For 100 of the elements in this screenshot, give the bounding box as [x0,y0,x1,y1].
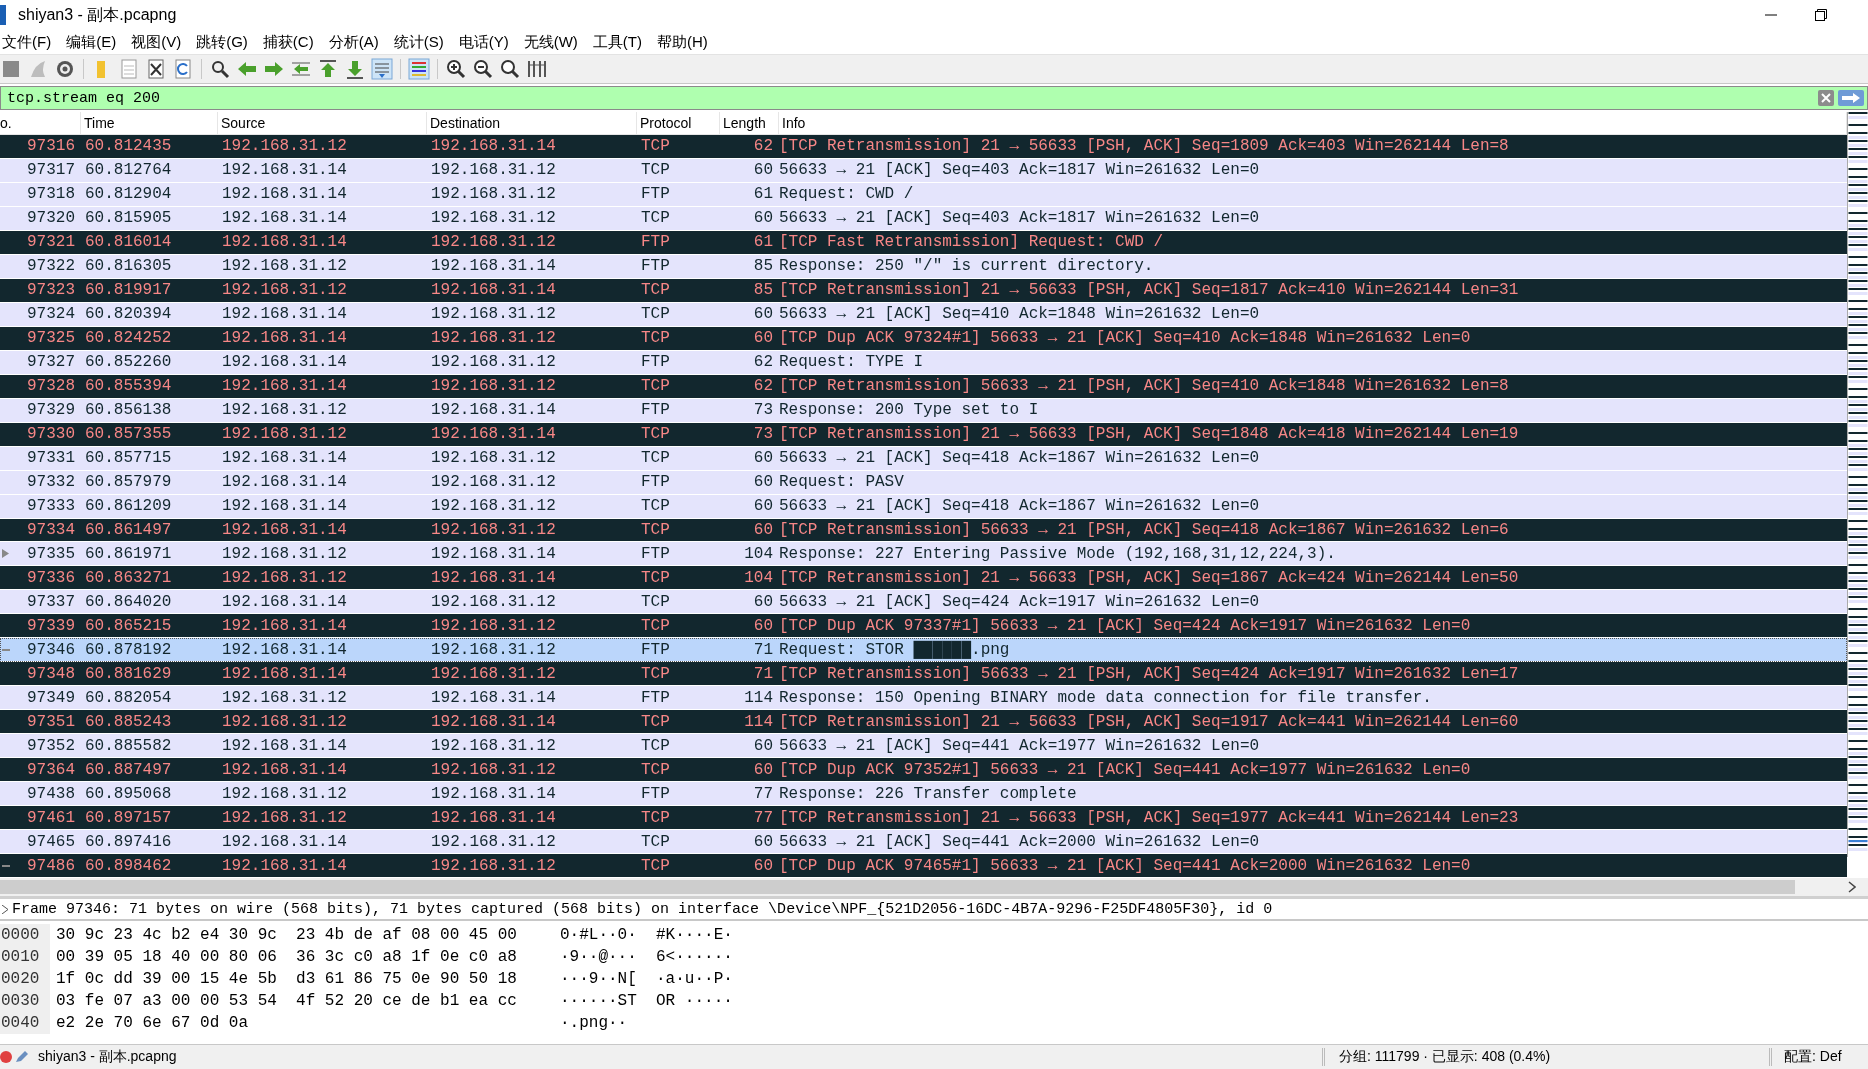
hex-bytes[interactable]: 03 fe 07 a3 00 00 53 54 4f 52 20 ce de b1 ea cc [50,992,560,1010]
ascii-bytes[interactable]: 0·#L··0· #K····E· [560,926,1868,944]
table-cell-text: 56633 → 21 [ACK] Seq=441 Ack=2000 Win=261632 Len=0 [779,832,1261,851]
column-header[interactable]: o. [0,112,81,134]
ascii-bytes[interactable]: ·9··@··· 6<······ [560,948,1868,966]
packet-row[interactable]: 97321 60.816014 192.168.31.14 192.168.31.12 FTP 61 [TCP Fast Retransmission] Request: CWD / [0,230,1847,255]
table-cell-text: 192.168.31.12 [221,425,348,444]
menu-item[interactable]: 视图(V) [125,32,191,52]
menu-item[interactable]: 帮助(H) [650,32,717,52]
packet-row[interactable]: 97331 60.857715 192.168.31.14 192.168.31.12 TCP 60 56633 → 21 [ACK] Seq=418 Ack=1867 Win=261632 Len=0 [0,446,1847,471]
table-cell-text: 97331 [26,449,76,468]
packet-map-scrollbar[interactable] [1847,112,1868,857]
table-cell-text: 60.861209 [84,497,173,515]
packet-row[interactable]: 97348 60.881629 192.168.31.14 192.168.31.12 TCP 71 [TCP Retransmission] 56633 → 21 [PSH, ACK] Seq=424 Ack=1917 Win=261632 Len=17 [0,662,1847,687]
packet-row[interactable]: 97330 60.857355 192.168.31.12 192.168.31.14 TCP 73 [TCP Retransmission] 21 → 56633 [PSH, ACK] Seq=1848 Ack=418 Win=262144 Len=19 [0,422,1847,447]
packet-row[interactable]: 97316 60.812435 192.168.31.12 192.168.31.14 TCP 62 [TCP Retransmission] 21 → 56633 [PSH, ACK] Seq=1809 Ack=403 Win=262144 Len=8 [0,135,1847,159]
packet-row[interactable]: 97317 60.812764 192.168.31.14 192.168.31.12 TCP 60 56633 → 21 [ACK] Seq=403 Ack=1817 Win=261632 Len=0 [0,158,1847,183]
table-cell-text: 97334 [26,521,76,539]
gear-icon[interactable] [54,58,76,80]
packet-row[interactable]: 97332 60.857979 192.168.31.14 192.168.31.12 FTP 60 Request: PASV [0,470,1847,495]
scrollbar-thumb[interactable] [0,880,1795,894]
table-cell-text: 192.168.31.14 [430,568,557,587]
menu-item[interactable]: 跳转(G) [190,32,257,52]
table-cell-text: 62 [752,353,774,372]
menu-item[interactable]: 文件(F) [0,32,61,52]
packet-row[interactable]: 97333 60.861209 192.168.31.14 192.168.31.12 TCP 60 56633 → 21 [ACK] Seq=418 Ack=1867 Win=261632 Len=0 [0,494,1847,519]
column-header[interactable]: Time [81,112,218,134]
table-cell-text: TCP [640,209,671,228]
ascii-bytes[interactable]: ·.png·· [560,1014,1868,1032]
column-header[interactable]: Length [720,112,779,134]
profile-label[interactable]: 配置: Def [1769,1048,1868,1066]
file-name: shiyan3 - 副本.pcapng [38,1048,178,1066]
menu-item[interactable]: 分析(A) [322,32,388,52]
zoom-out-icon[interactable] [472,58,494,80]
packet-row[interactable]: 97334 60.861497 192.168.31.14 192.168.31.12 TCP 60 [TCP Retransmission] 56633 → 21 [PSH, ACK] Seq=418 Ack=1867 Win=261632 Len=6 [0,518,1847,543]
menu-item[interactable]: 工具(T) [586,32,651,52]
packet-row[interactable]: 97336 60.863271 192.168.31.12 192.168.31.14 TCP 104 [TCP Retransmission] 21 → 56633 [PSH, ACK] Seq=1867 Ack=424 Win=262144 Len=50 [0,566,1847,591]
hex-bytes[interactable]: 00 39 05 18 40 00 80 06 36 3c c0 a8 1f 0e c0 a8 [50,948,560,966]
resize-columns-icon[interactable] [526,58,548,80]
table-cell-text: 192.168.31.14 [221,233,348,252]
packet-row[interactable]: 97352 60.885582 192.168.31.14 192.168.31.12 TCP 60 56633 → 21 [ACK] Seq=441 Ack=1977 Win=261632 Len=0 [0,734,1847,759]
menu-item[interactable]: 统计(S) [387,32,453,52]
table-cell-text: 56633 → 21 [ACK] Seq=418 Ack=1867 Win=261632 Len=0 [779,449,1261,468]
ascii-bytes[interactable]: ······ST OR ····· [560,992,1868,1010]
autoscroll-icon[interactable] [371,58,393,80]
table-cell-text: 192.168.31.14 [221,161,348,180]
search-icon[interactable] [209,58,231,80]
close-file-icon[interactable] [145,58,167,80]
packet-row[interactable]: 97337 60.864020 192.168.31.14 192.168.31.12 TCP 60 56633 → 21 [ACK] Seq=424 Ack=1917 Win=261632 Len=0 [0,590,1847,615]
packet-row[interactable]: 97461 60.897157 192.168.31.12 192.168.31.14 TCP 77 [TCP Retransmission] 21 → 56633 [PSH, ACK] Seq=1977 Ack=441 Win=262144 Len=23 [0,806,1847,831]
packet-row[interactable]: 97465 60.897416 192.168.31.14 192.168.31.12 TCP 60 56633 → 21 [ACK] Seq=441 Ack=2000 Win=261632 Len=0 [0,830,1847,855]
table-cell-text: 97336 [26,568,76,587]
packet-row[interactable]: 97346 60.878192 192.168.31.14 192.168.31.12 FTP 71 Request: STOR ██████.png [0,638,1847,663]
packet-row[interactable]: 97320 60.815905 192.168.31.14 192.168.31.12 TCP 60 56633 → 21 [ACK] Seq=403 Ack=1817 Win=261632 Len=0 [0,206,1847,231]
menu-item[interactable]: 电话(Y) [452,32,518,52]
table-cell-text: 192.168.31.14 [221,305,348,324]
menu-item[interactable]: 捕获(C) [256,32,323,52]
packet-row[interactable]: 97438 60.895068 192.168.31.12 192.168.31.14 FTP 77 Response: 226 Transfer complete [0,782,1847,807]
packet-row[interactable]: 97325 60.824252 192.168.31.14 192.168.31.12 TCP 60 [TCP Dup ACK 97324#1] 56633 → 21 [ACK] Seq=410 Ack=1848 Win=261632 Len=0 [0,326,1847,351]
table-cell-text: FTP [640,257,671,276]
packet-row[interactable]: 97323 60.819917 192.168.31.12 192.168.31.14 TCP 85 [TCP Retransmission] 21 → 56633 [PSH, ACK] Seq=1817 Ack=410 Win=262144 Len=31 [0,278,1847,303]
status-dot-icon [0,1051,12,1063]
go-last-icon[interactable] [344,58,366,80]
table-cell-text: 60.881629 [84,664,173,683]
stop-icon[interactable] [0,58,22,80]
column-header[interactable]: Protocol [637,112,720,134]
packet-row[interactable]: 97327 60.852260 192.168.31.14 192.168.31.12 FTP 62 Request: TYPE I [0,350,1847,375]
column-header[interactable]: Source [218,112,427,134]
packet-row[interactable]: 97328 60.855394 192.168.31.14 192.168.31.12 TCP 62 [TCP Retransmission] 56633 → 21 [PSH, ACK] Seq=410 Ack=1848 Win=261632 Len=8 [0,374,1847,399]
hex-bytes[interactable]: 30 9c 23 4c b2 e4 30 9c 23 4b de af 08 00 45 00 [50,926,560,944]
packet-row[interactable]: 97335 60.861971 192.168.31.12 192.168.31.14 FTP 104 Response: 227 Entering Passive Mode (192,168,31,12,224,3). [0,542,1847,567]
packet-row[interactable]: 97329 60.856138 192.168.31.12 192.168.31.14 FTP 73 Response: 200 Type set to I [0,398,1847,423]
reload-icon[interactable] [172,58,194,80]
zoom-in-icon[interactable] [445,58,467,80]
packet-row[interactable]: 97349 60.882054 192.168.31.12 192.168.31.14 FTP 114 Response: 150 Opening BINARY mode data connection for file transfer. [0,686,1847,711]
packet-row[interactable]: 97364 60.887497 192.168.31.14 192.168.31.12 TCP 60 [TCP Dup ACK 97352#1] 56633 → 21 [ACK] Seq=441 Ack=1977 Win=261632 Len=0 [0,758,1847,783]
restore-icon[interactable] [1814,8,1828,22]
table-cell-text: TCP [640,425,671,444]
zoom-reset-icon[interactable] [499,58,521,80]
packet-row[interactable]: 97322 60.816305 192.168.31.12 192.168.31.14 FTP 85 Response: 250 "/" is current directory. [0,254,1847,279]
edit-comment-icon[interactable] [14,1050,28,1064]
column-header[interactable]: Info [779,112,1847,134]
ascii-bytes[interactable]: ···9··N[ ·a·u··P· [560,970,1868,988]
packet-row[interactable]: 97351 60.885243 192.168.31.12 192.168.31.14 TCP 114 [TCP Retransmission] 21 → 56633 [PSH, ACK] Seq=1917 Ack=441 Win=262144 Len=60 [0,710,1847,735]
table-cell-text: 192.168.31.12 [221,712,348,731]
colorize-icon[interactable] [408,58,430,80]
menu-item[interactable]: 编辑(E) [60,32,126,52]
hex-bytes[interactable]: e2 2e 70 6e 67 0d 0a [50,1014,560,1032]
clear-icon[interactable] [1818,90,1834,106]
column-header[interactable]: Destination [427,112,637,134]
hex-bytes[interactable]: 1f 0c dd 39 00 15 4e 5b d3 61 86 75 0e 90 50 18 [50,970,560,988]
packet-row[interactable]: 97318 60.812904 192.168.31.14 192.168.31.12 FTP 61 Request: CWD / [0,182,1847,207]
detail-line[interactable]: Frame 97346: 71 bytes on wire (568 bits), 71 bytes captured (568 bits) on interface \Device\NPF_{521D2056-16DC-4B7A-9296-F25DF4805F30}, id 0 [12,900,1273,918]
go-first-icon[interactable] [317,58,339,80]
table-cell-text: 97323 [26,281,76,300]
packet-row[interactable]: 97324 60.820394 192.168.31.14 192.168.31.12 TCP 60 56633 → 21 [ACK] Seq=410 Ack=1848 Win=261632 Len=0 [0,302,1847,327]
packet-row[interactable]: 97339 60.865215 192.168.31.14 192.168.31.12 TCP 60 [TCP Dup ACK 97337#1] 56633 → 21 [ACK] Seq=424 Ack=1917 Win=261632 Len=0 [0,614,1847,639]
menu-item[interactable]: 无线(W) [517,32,587,52]
packet-row[interactable]: 97486 60.898462 192.168.31.14 192.168.31.12 TCP 60 [TCP Dup ACK 97465#1] 56633 → 21 [ACK] Seq=441 Ack=2000 Win=261632 Len=0 [0,854,1847,879]
scroll-right-icon[interactable] [1848,881,1856,893]
